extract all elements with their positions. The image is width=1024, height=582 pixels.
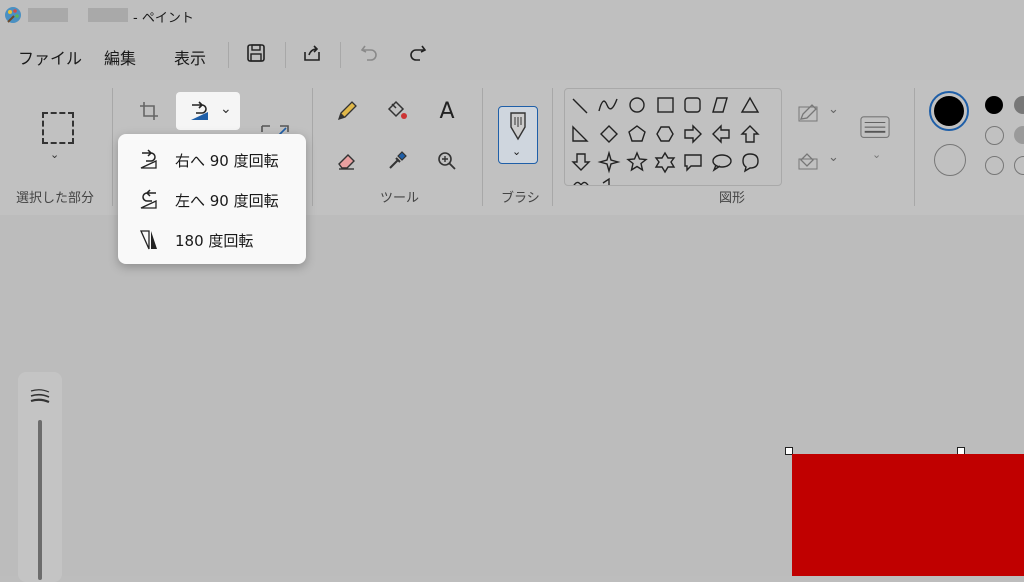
lightning-shape-icon	[602, 177, 610, 185]
menu-edit[interactable]: 編集	[104, 45, 136, 69]
rect-callout-icon	[684, 154, 702, 172]
color-black	[934, 96, 964, 126]
color-picker-icon[interactable]	[382, 146, 412, 176]
five-point-star-icon	[626, 151, 648, 172]
primary-color-swatch[interactable]	[929, 91, 969, 131]
divider	[914, 88, 915, 206]
magnifier-icon[interactable]	[432, 146, 462, 176]
palette-color[interactable]	[985, 156, 1004, 175]
menu-view[interactable]: 表示	[174, 45, 206, 69]
menu-item-rotate-left[interactable]: 左へ 90 度回転	[118, 180, 306, 220]
six-point-star-icon	[654, 151, 676, 174]
brush-button[interactable]: ⌄	[498, 106, 538, 164]
chevron-down-icon: ⌄	[512, 145, 522, 158]
group-label-brush: ブラシ	[501, 191, 540, 206]
rotate-180-icon	[139, 230, 157, 250]
pencil-icon[interactable]	[332, 96, 362, 126]
menu-item-label: 右へ 90 度回転	[175, 151, 279, 170]
share-icon[interactable]	[299, 40, 325, 66]
palette-color[interactable]	[985, 126, 1004, 145]
rotate-left-icon	[140, 189, 157, 209]
shapes-icons	[571, 96, 760, 185]
up-arrow-shape-icon	[740, 125, 760, 143]
heart-shape-icon	[573, 181, 589, 185]
redo-icon[interactable]	[405, 40, 431, 66]
line-width-icon[interactable]	[860, 114, 890, 144]
menu-item-rotate-right[interactable]: 右へ 90 度回転	[118, 140, 306, 180]
shape-fill-icon[interactable]	[794, 146, 824, 176]
shapes-gallery	[564, 88, 782, 186]
outline-icon[interactable]	[794, 98, 824, 128]
selection-rect-icon[interactable]	[42, 112, 74, 144]
brush-icon	[510, 112, 526, 141]
rotate-button[interactable]: ⌄	[176, 92, 240, 130]
line-shape-icon	[572, 98, 588, 114]
group-label-tools: ツール	[380, 191, 420, 206]
rounded-rectangle-shape-icon	[684, 97, 701, 113]
divider	[228, 42, 229, 68]
group-label-shapes: 図形	[719, 191, 746, 206]
down-arrow-shape-icon	[571, 153, 591, 171]
triangle-shape-icon	[740, 96, 760, 113]
rotate-dropdown-menu: 右へ 90 度回転 左へ 90 度回転 180 度回転	[118, 134, 306, 264]
divider	[312, 88, 313, 206]
rotate-icon	[191, 101, 208, 120]
secondary-color-swatch[interactable]	[934, 144, 966, 176]
group-label-selection: 選択した部分	[16, 191, 95, 206]
menu-file[interactable]: ファイル	[18, 45, 82, 69]
redacted-filename	[88, 8, 128, 22]
rectangle-shape-icon	[657, 97, 674, 113]
paint-palette-icon	[5, 7, 21, 23]
menu-item-label: 180 度回転	[175, 231, 254, 250]
right-arrow-shape-icon	[684, 124, 702, 144]
cloud-callout-icon	[742, 153, 759, 173]
chevron-down-icon[interactable]: ⌄	[50, 148, 59, 161]
title-bar: - ペイント	[0, 0, 1024, 30]
chevron-down-icon[interactable]: ⌄	[828, 150, 839, 165]
rotate-right-icon	[140, 149, 157, 169]
palette-color[interactable]	[1014, 126, 1024, 144]
left-arrow-shape-icon	[712, 124, 730, 144]
pentagon-shape-icon	[628, 125, 646, 142]
window-title: - ペイント	[133, 11, 194, 26]
palette-color[interactable]	[1014, 96, 1024, 114]
four-point-star-icon	[597, 150, 621, 174]
save-icon[interactable]	[243, 40, 269, 66]
fill-bucket-icon[interactable]	[382, 96, 412, 126]
text-tool-icon[interactable]: A	[432, 96, 462, 126]
curve-shape-icon	[598, 98, 618, 112]
slider-track[interactable]	[38, 420, 42, 580]
divider	[285, 42, 286, 68]
chevron-down-icon: ⌄	[220, 101, 232, 117]
eraser-icon[interactable]	[332, 146, 362, 176]
palette-color[interactable]	[985, 96, 1003, 114]
menu-item-label: 左へ 90 度回転	[175, 191, 279, 210]
line-width-icon	[30, 389, 50, 404]
palette-color[interactable]	[1014, 156, 1024, 175]
oval-shape-icon	[629, 97, 645, 113]
chevron-down-icon[interactable]: ⌄	[872, 148, 881, 161]
redacted-filename	[28, 8, 68, 22]
crop-icon[interactable]	[134, 96, 164, 126]
divider	[112, 88, 113, 206]
chevron-down-icon[interactable]: ⌄	[828, 102, 839, 117]
divider	[340, 42, 341, 68]
undo-icon[interactable]	[356, 40, 382, 66]
menu-bar: ファイル 編集 表示	[0, 30, 1024, 80]
divider	[482, 88, 483, 206]
right-triangle-shape-icon	[572, 125, 589, 142]
polygon-shape-icon	[712, 97, 728, 113]
divider	[552, 88, 553, 206]
hexagon-shape-icon	[656, 126, 674, 142]
diamond-shape-icon	[600, 125, 618, 143]
drawing-canvas[interactable]	[792, 454, 1024, 576]
menu-item-rotate-180[interactable]: 180 度回転	[118, 220, 306, 260]
